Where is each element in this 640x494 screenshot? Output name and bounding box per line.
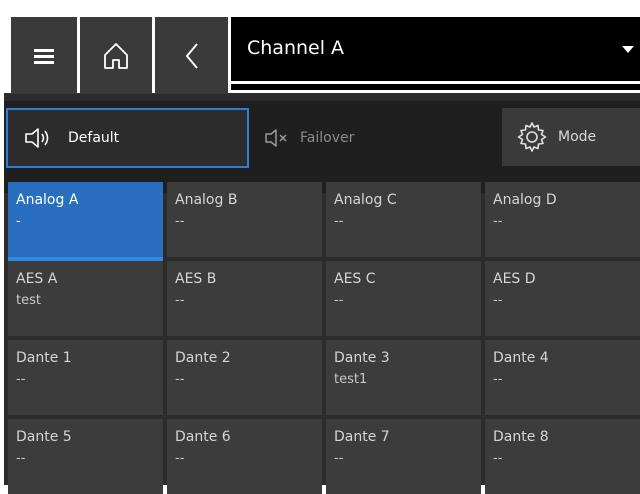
input-tile-analog-d[interactable]: Analog D -- xyxy=(485,182,640,257)
input-name: Dante 3 xyxy=(334,350,390,366)
input-name: Dante 6 xyxy=(175,429,231,445)
input-value: -- xyxy=(175,293,185,308)
input-tile-aes-a[interactable]: AES A test xyxy=(8,261,163,336)
chevron-left-icon xyxy=(185,42,198,69)
input-value: -- xyxy=(493,293,503,308)
speaker-muted-icon xyxy=(265,129,287,147)
speaker-icon xyxy=(25,128,49,148)
input-name: Analog C xyxy=(334,192,397,208)
home-button[interactable] xyxy=(80,17,152,94)
input-name: Analog B xyxy=(175,192,238,208)
input-name: Dante 2 xyxy=(175,350,231,366)
input-name: AES C xyxy=(334,271,376,287)
input-name: Dante 1 xyxy=(16,350,72,366)
input-name: Analog D xyxy=(493,192,557,208)
input-value: -- xyxy=(493,372,503,387)
input-name: Dante 5 xyxy=(16,429,72,445)
mode-label: Mode xyxy=(558,129,597,145)
menu-button[interactable] xyxy=(11,17,77,94)
input-tile-dante-1[interactable]: Dante 1 -- xyxy=(8,340,163,415)
input-tile-dante-4[interactable]: Dante 4 -- xyxy=(485,340,640,415)
input-value: -- xyxy=(493,451,503,466)
failover-button[interactable]: Failover xyxy=(254,108,492,168)
back-button[interactable] xyxy=(155,17,228,94)
input-tile-aes-b[interactable]: AES B -- xyxy=(167,261,322,336)
input-value: -- xyxy=(175,372,185,387)
input-value: -- xyxy=(16,372,26,387)
input-value: -- xyxy=(175,214,185,229)
mode-button[interactable]: Mode xyxy=(502,108,640,166)
input-value: -- xyxy=(334,293,344,308)
input-tile-dante-3[interactable]: Dante 3 test1 xyxy=(326,340,481,415)
failover-label: Failover xyxy=(300,130,355,146)
input-value: -- xyxy=(493,214,503,229)
input-name: AES B xyxy=(175,271,217,287)
input-tile-aes-d[interactable]: AES D -- xyxy=(485,261,640,336)
hamburger-icon xyxy=(34,48,54,64)
channel-dropdown[interactable]: Channel A xyxy=(231,17,640,81)
input-value: -- xyxy=(175,451,185,466)
input-value: -- xyxy=(334,451,344,466)
input-value: test1 xyxy=(334,372,368,387)
top-bar: Channel A xyxy=(4,11,640,94)
input-tile-dante-7[interactable]: Dante 7 -- xyxy=(326,419,481,494)
input-name: AES D xyxy=(493,271,536,287)
channel-dropdown-underline xyxy=(231,84,640,90)
input-name: Dante 8 xyxy=(493,429,549,445)
input-name: Dante 7 xyxy=(334,429,390,445)
gear-icon xyxy=(517,122,547,152)
default-label: Default xyxy=(68,130,120,146)
home-icon xyxy=(104,42,128,69)
input-value: -- xyxy=(334,214,344,229)
input-value: test xyxy=(16,293,41,308)
input-tile-aes-c[interactable]: AES C -- xyxy=(326,261,481,336)
input-tile-analog-a[interactable]: Analog A - xyxy=(8,182,163,262)
input-tile-analog-b[interactable]: Analog B -- xyxy=(167,182,322,257)
input-grid: Analog A - Analog B -- Analog C -- Analo… xyxy=(4,172,640,494)
input-value: -- xyxy=(16,451,26,466)
input-name: AES A xyxy=(16,271,58,287)
input-name: Analog A xyxy=(16,192,79,208)
input-tile-dante-2[interactable]: Dante 2 -- xyxy=(167,340,322,415)
input-name: Dante 4 xyxy=(493,350,549,366)
channel-title: Channel A xyxy=(247,37,345,59)
dropdown-arrow-icon xyxy=(622,46,634,53)
input-value: - xyxy=(16,214,21,229)
input-tile-dante-5[interactable]: Dante 5 -- xyxy=(8,419,163,494)
input-tile-dante-8[interactable]: Dante 8 -- xyxy=(485,419,640,494)
app-window: Channel A Default Failover Mode Analog A… xyxy=(4,11,640,494)
input-tile-dante-6[interactable]: Dante 6 -- xyxy=(167,419,322,494)
input-tile-analog-c[interactable]: Analog C -- xyxy=(326,182,481,257)
default-button[interactable]: Default xyxy=(6,108,249,168)
